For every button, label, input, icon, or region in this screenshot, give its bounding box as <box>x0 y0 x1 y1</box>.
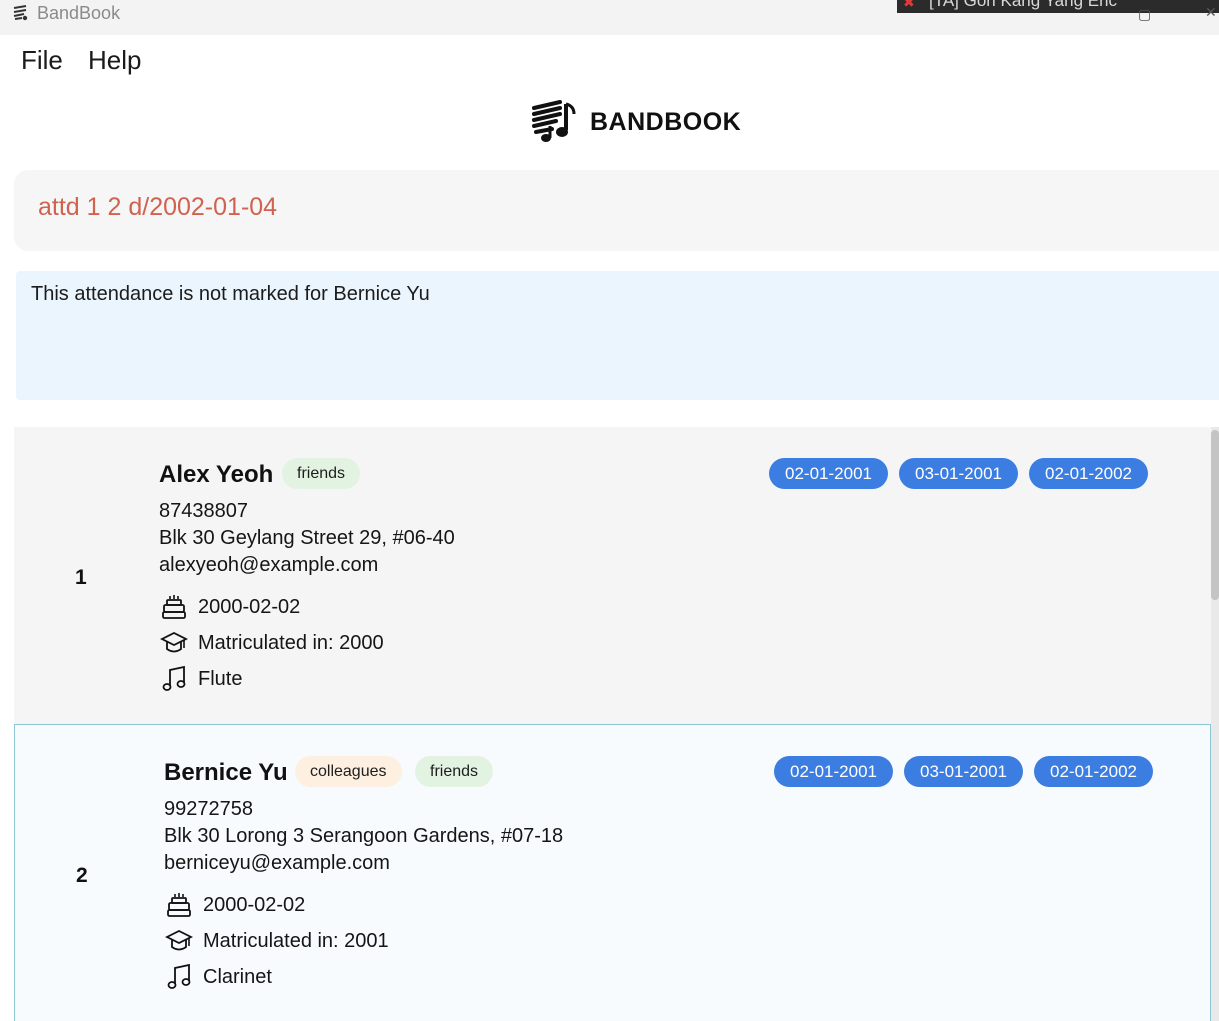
person-matriculation: Matriculated in: 2001 <box>203 930 389 952</box>
close-button[interactable]: ✕ <box>1205 4 1217 21</box>
menu-file[interactable]: File <box>21 45 63 76</box>
graduation-cap-icon <box>159 629 189 657</box>
person-instrument: Flute <box>198 668 243 690</box>
tag-colleagues: colleagues <box>295 756 402 787</box>
menu-bar: File Help <box>0 35 1219 85</box>
person-matriculation: Matriculated in: 2000 <box>198 632 384 654</box>
person-index: 1 <box>75 566 87 589</box>
overlay-window: ✖ [TA] Goh Kang Yang Eric <box>897 0 1219 13</box>
attendance-date-chip[interactable]: 03-01-2001 <box>899 458 1018 489</box>
person-address: Blk 30 Geylang Street 29, #06-40 <box>159 527 455 549</box>
app-icon <box>12 4 30 22</box>
attendance-date-chip[interactable]: 02-01-2001 <box>774 756 893 787</box>
person-name: Alex Yeoh <box>159 461 274 488</box>
person-index: 2 <box>76 864 88 887</box>
attendance-date-chip[interactable]: 02-01-2002 <box>1029 458 1148 489</box>
person-address: Blk 30 Lorong 3 Serangoon Gardens, #07-1… <box>164 825 564 847</box>
person-card[interactable]: 2 Bernice Yu colleagues friends 02-01-20… <box>14 724 1211 1021</box>
person-birthday: 2000-02-02 <box>198 596 301 618</box>
command-input[interactable] <box>38 193 1138 222</box>
birthday-cake-icon <box>160 593 188 621</box>
window-title: BandBook <box>37 3 121 23</box>
result-message: This attendance is not marked for Bernic… <box>31 283 430 305</box>
overlay-text: [TA] Goh Kang Yang Eric <box>929 0 1118 10</box>
command-box <box>14 170 1219 251</box>
logo-text: BANDBOOK <box>590 107 742 136</box>
tag-friends: friends <box>282 458 361 489</box>
person-phone: 87438807 <box>159 500 248 522</box>
attendance-date-chip[interactable]: 02-01-2002 <box>1034 756 1153 787</box>
maximize-button[interactable]: ▢ <box>1138 6 1151 23</box>
menu-help[interactable]: Help <box>88 45 141 76</box>
attendance-date-chip[interactable]: 02-01-2001 <box>769 458 888 489</box>
app-logo: BANDBOOK <box>530 98 741 146</box>
attendance-date-chip[interactable]: 03-01-2001 <box>904 756 1023 787</box>
person-instrument: Clarinet <box>203 966 272 988</box>
person-name: Bernice Yu <box>164 759 288 786</box>
person-birthday: 2000-02-02 <box>203 894 306 916</box>
music-note-icon <box>165 963 193 991</box>
title-bar: BandBook ✖ [TA] Goh Kang Yang Eric ▢ ✕ <box>0 0 1219 35</box>
tag-friends: friends <box>415 756 494 787</box>
graduation-cap-icon <box>164 927 194 955</box>
person-list: 1 Alex Yeoh friends 02-01-2001 03-01-200… <box>14 427 1219 1021</box>
person-phone: 99272758 <box>164 798 253 820</box>
birthday-cake-icon <box>165 891 193 919</box>
scrollbar-thumb[interactable] <box>1211 430 1219 600</box>
person-card[interactable]: 1 Alex Yeoh friends 02-01-2001 03-01-200… <box>14 427 1211 724</box>
result-display: This attendance is not marked for Bernic… <box>16 271 1219 400</box>
music-note-icon <box>160 665 188 693</box>
music-book-icon <box>530 96 578 149</box>
person-email: berniceyu@example.com <box>164 852 390 874</box>
muted-mic-icon: ✖ <box>903 0 915 10</box>
person-email: alexyeoh@example.com <box>159 554 379 576</box>
